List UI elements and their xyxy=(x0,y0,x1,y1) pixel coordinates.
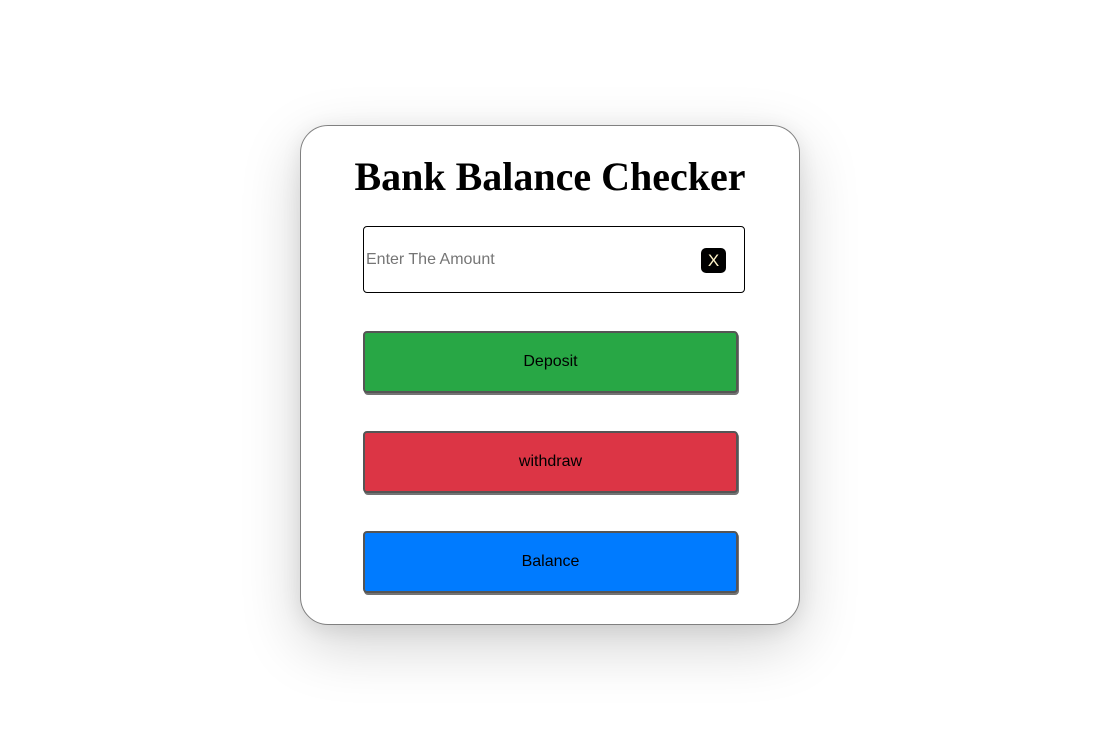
withdraw-button[interactable]: withdraw xyxy=(363,431,738,493)
clear-input-button[interactable]: X xyxy=(701,248,726,273)
balance-button[interactable]: Balance xyxy=(363,531,738,593)
amount-input[interactable] xyxy=(366,227,686,292)
bank-checker-card: Bank Balance Checker X Deposit withdraw … xyxy=(300,125,800,625)
amount-input-container: X xyxy=(363,226,745,293)
deposit-button[interactable]: Deposit xyxy=(363,331,738,393)
page-title: Bank Balance Checker xyxy=(354,154,746,199)
